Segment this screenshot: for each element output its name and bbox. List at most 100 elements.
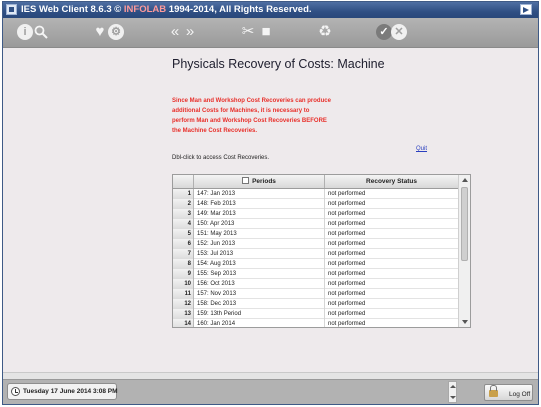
row-number: 6 <box>173 239 194 249</box>
logoff-button[interactable]: Log Off <box>484 384 533 401</box>
period-cell: 150: Apr 2013 <box>195 219 325 229</box>
row-number: 4 <box>173 219 194 229</box>
table-row[interactable]: 5 151: May 2013 not performed <box>173 229 458 239</box>
clock-icon <box>11 387 20 396</box>
period-cell: 148: Feb 2013 <box>195 199 325 209</box>
row-number: 10 <box>173 279 194 289</box>
row-number: 12 <box>173 299 194 309</box>
status-cell: not performed <box>328 241 366 247</box>
table-row[interactable]: 2 148: Feb 2013 not performed <box>173 199 458 209</box>
window-title: IES Web Client 8.6.3 © INFOLAB 1994-2014… <box>21 4 312 15</box>
window-menu-icon[interactable] <box>520 4 532 15</box>
main-content: Physicals Recovery of Costs: Machine Sin… <box>3 49 538 372</box>
footer-scroller[interactable] <box>448 381 457 403</box>
recycle-icon[interactable]: ♻ <box>317 24 333 40</box>
toolbar: i ♥ ⚙ « » ✂ ■ ♻ ✓ ✕ <box>3 18 538 48</box>
row-number: 3 <box>173 209 194 219</box>
period-cell: 154: Aug 2013 <box>195 259 325 269</box>
settings-icon[interactable]: ⚙ <box>108 24 124 40</box>
title-text: IES Web Client 8.6.3 © <box>21 4 124 15</box>
select-all-checkbox[interactable] <box>242 177 250 184</box>
table-row[interactable]: 11 157: Nov 2013 not performed <box>173 289 458 299</box>
scroll-up-icon[interactable] <box>462 178 468 182</box>
table-row[interactable]: 6 152: Jun 2013 not performed <box>173 239 458 249</box>
status-cell: not performed <box>328 201 366 207</box>
status-cell: not performed <box>328 261 366 267</box>
search-icon[interactable] <box>33 24 49 40</box>
period-cell: 153: Jul 2013 <box>195 249 325 259</box>
table-row[interactable]: 7 153: Jul 2013 not performed <box>173 249 458 259</box>
footer-scroll-down-icon[interactable] <box>450 396 456 399</box>
status-cell: not performed <box>328 251 366 257</box>
row-number: 11 <box>173 289 194 299</box>
row-number: 14 <box>173 319 194 327</box>
horizontal-scrollbar[interactable] <box>3 372 538 379</box>
period-cell: 152: Jun 2013 <box>195 239 325 249</box>
scroll-thumb[interactable] <box>461 187 468 261</box>
datetime-text: Tuesday 17 June 2014 3:08 PM <box>23 388 118 395</box>
footer-scroll-up-icon[interactable] <box>450 385 456 388</box>
forward-icon[interactable]: » <box>182 24 198 40</box>
warning-message: Since Man and Workshop Cost Recoveries c… <box>172 98 331 134</box>
back-icon[interactable]: « <box>167 24 183 40</box>
table-row[interactable]: 3 149: Mar 2013 not performed <box>173 209 458 219</box>
status-cell: not performed <box>328 281 366 287</box>
page-title: Physicals Recovery of Costs: Machine <box>172 57 385 71</box>
info-icon[interactable]: i <box>17 24 33 40</box>
row-number: 1 <box>173 189 194 199</box>
table-row[interactable]: 8 154: Aug 2013 not performed <box>173 259 458 269</box>
column-header-status[interactable]: Recovery Status <box>325 175 458 188</box>
status-cell: not performed <box>328 291 366 297</box>
row-number: 5 <box>173 229 194 239</box>
stop-icon[interactable]: ■ <box>258 24 274 40</box>
period-cell: 155: Sep 2013 <box>195 269 325 279</box>
table-scrollbar[interactable] <box>458 175 470 327</box>
table-row[interactable]: 14 160: Jan 2014 not performed <box>173 319 458 327</box>
app-icon <box>6 4 17 15</box>
datetime-box: Tuesday 17 June 2014 3:08 PM <box>7 383 118 400</box>
period-cell: 151: May 2013 <box>195 229 325 239</box>
period-cell: 158: Dec 2013 <box>195 299 325 309</box>
ok-icon[interactable]: ✓ <box>376 24 392 40</box>
favorite-icon[interactable]: ♥ <box>92 24 108 40</box>
status-cell: not performed <box>328 191 366 197</box>
status-bar: Tuesday 17 June 2014 3:08 PM Log Off <box>3 379 538 404</box>
tools-icon[interactable]: ✂ <box>240 24 256 40</box>
logoff-label: Log Off <box>509 391 531 398</box>
period-cell: 147: Jan 2013 <box>195 189 325 199</box>
table-row[interactable]: 13 159: 13th Period not performed <box>173 309 458 319</box>
status-cell: not performed <box>328 221 366 227</box>
status-cell: not performed <box>328 301 366 307</box>
table-body: 1 147: Jan 2013 not performed 2 148: Feb 201… <box>173 189 458 327</box>
cancel-icon[interactable]: ✕ <box>391 24 407 40</box>
period-cell: 159: 13th Period <box>195 309 325 319</box>
period-cell: 156: Oct 2013 <box>195 279 325 289</box>
column-header-periods-label: Periods <box>252 178 276 185</box>
title-brand: INFOLAB <box>123 4 167 15</box>
column-header-periods[interactable]: Periods <box>194 175 325 188</box>
table-row[interactable]: 10 156: Oct 2013 not performed <box>173 279 458 289</box>
status-cell: not performed <box>328 311 366 317</box>
periods-table: Periods Recovery Status 1 147: Jan 2013 no… <box>172 174 471 328</box>
status-cell: not performed <box>328 321 366 327</box>
status-cell: not performed <box>328 271 366 277</box>
app-window: IES Web Client 8.6.3 © INFOLAB 1994-2014… <box>2 1 539 405</box>
table-row[interactable]: 4 150: Apr 2013 not performed <box>173 219 458 229</box>
period-cell: 160: Jan 2014 <box>195 319 325 327</box>
lock-icon <box>489 385 498 397</box>
table-row[interactable]: 12 158: Dec 2013 not performed <box>173 299 458 309</box>
title-bar: IES Web Client 8.6.3 © INFOLAB 1994-2014… <box>3 2 538 18</box>
row-number: 8 <box>173 259 194 269</box>
row-number: 13 <box>173 309 194 319</box>
table-row[interactable]: 1 147: Jan 2013 not performed <box>173 189 458 199</box>
row-number-header <box>173 175 194 188</box>
period-cell: 149: Mar 2013 <box>195 209 325 219</box>
scroll-down-icon[interactable] <box>462 320 468 324</box>
table-row[interactable]: 9 155: Sep 2013 not performed <box>173 269 458 279</box>
status-cell: not performed <box>328 211 366 217</box>
quit-link[interactable]: Quit <box>416 146 427 152</box>
hint-text: Dbl-click to access Cost Recoveries. <box>172 155 270 161</box>
row-number: 2 <box>173 199 194 209</box>
period-cell: 157: Nov 2013 <box>195 289 325 299</box>
row-number: 7 <box>173 249 194 259</box>
